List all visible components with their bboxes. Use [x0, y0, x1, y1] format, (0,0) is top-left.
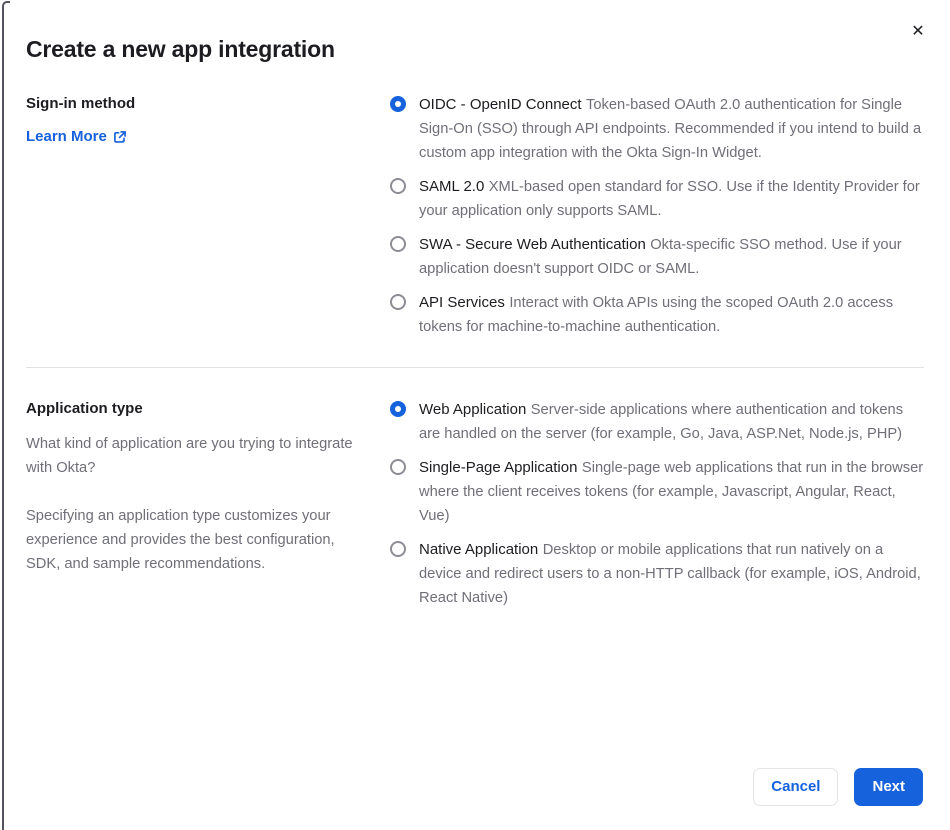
sign-in-method-section: Sign-in method Learn More OIDC - OpenID … — [0, 93, 950, 339]
application-type-section: Application type What kind of applicatio… — [0, 398, 950, 610]
sign-in-method-options: OIDC - OpenID Connect Token-based OAuth … — [390, 93, 924, 339]
radio-button[interactable] — [390, 541, 406, 557]
radio-option-label[interactable]: Single-Page Application — [419, 459, 577, 476]
learn-more-label: Learn More — [26, 128, 107, 145]
radio-option[interactable]: Native Application Desktop or mobile app… — [390, 538, 924, 610]
radio-option[interactable]: Web Application Server-side applications… — [390, 398, 924, 446]
radio-option-label[interactable]: SWA - Secure Web Authentication — [419, 236, 646, 253]
radio-button[interactable] — [390, 236, 406, 252]
create-app-integration-dialog: ✕ Create a new app integration Sign-in m… — [0, 0, 950, 830]
application-type-options: Web Application Server-side applications… — [390, 398, 924, 610]
radio-button[interactable] — [390, 401, 406, 417]
learn-more-link[interactable]: Learn More — [26, 128, 127, 145]
radio-option[interactable]: SAML 2.0 XML-based open standard for SSO… — [390, 175, 924, 223]
dialog-footer: Cancel Next — [753, 768, 923, 806]
radio-option-label[interactable]: Web Application — [419, 401, 526, 418]
external-link-icon — [113, 130, 127, 144]
sign-in-method-label: Sign-in method — [26, 95, 136, 112]
radio-option-description: XML-based open standard for SSO. Use if … — [419, 179, 920, 219]
radio-option[interactable]: Single-Page Application Single-page web … — [390, 456, 924, 528]
radio-button[interactable] — [390, 294, 406, 310]
radio-option-label[interactable]: Native Application — [419, 541, 538, 558]
cancel-button[interactable]: Cancel — [753, 768, 839, 806]
application-type-help-text: Specifying an application type customize… — [26, 508, 335, 572]
close-icon[interactable]: ✕ — [906, 20, 930, 44]
radio-option-label[interactable]: SAML 2.0 — [419, 178, 484, 195]
radio-option-label[interactable]: OIDC - OpenID Connect — [419, 96, 582, 113]
application-type-question: What kind of application are you trying … — [26, 436, 353, 476]
next-button[interactable]: Next — [854, 768, 923, 806]
radio-option[interactable]: API Services Interact with Okta APIs usi… — [390, 291, 924, 339]
section-divider — [26, 367, 924, 368]
radio-option-label[interactable]: API Services — [419, 294, 505, 311]
dialog-title: Create a new app integration — [26, 36, 335, 62]
application-type-label: Application type — [26, 400, 143, 417]
radio-option[interactable]: SWA - Secure Web Authentication Okta-spe… — [390, 233, 924, 281]
radio-button[interactable] — [390, 459, 406, 475]
radio-button[interactable] — [390, 178, 406, 194]
radio-button[interactable] — [390, 96, 406, 112]
radio-option[interactable]: OIDC - OpenID Connect Token-based OAuth … — [390, 93, 924, 165]
